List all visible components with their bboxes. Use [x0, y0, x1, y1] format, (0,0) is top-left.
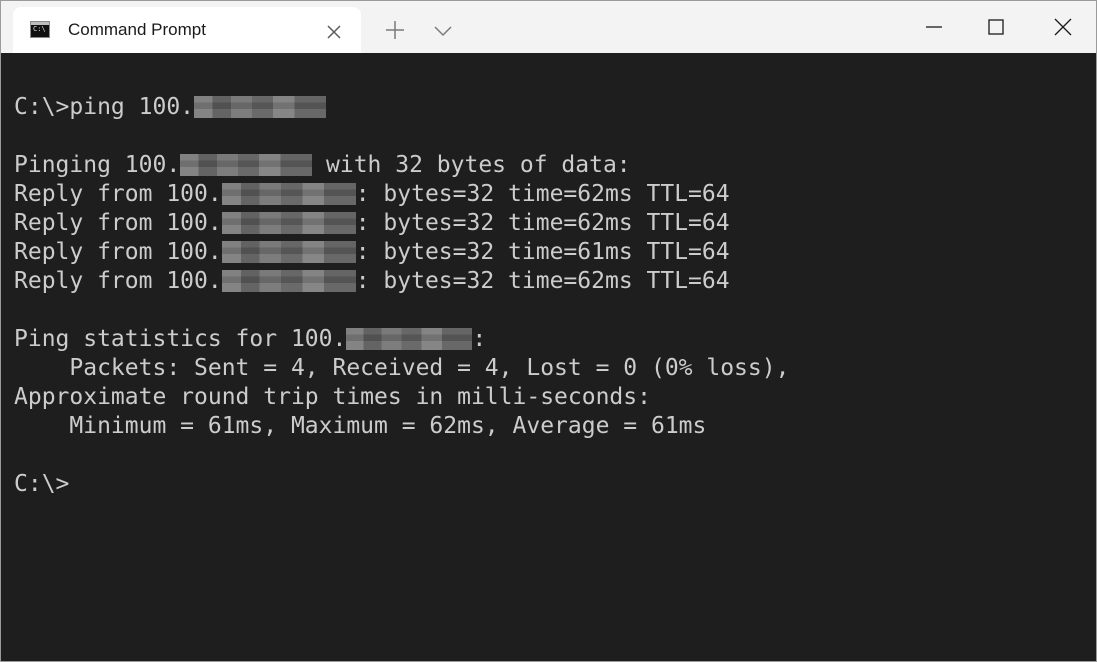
terminal-line-statistics: Ping statistics for 100.: — [14, 326, 487, 352]
terminal-line-approx: Approximate round trip times in milli-se… — [14, 384, 651, 410]
redacted-ip — [180, 154, 313, 176]
plus-icon — [386, 21, 404, 39]
terminal-line-command: C:\>ping 100. — [14, 93, 789, 122]
redacted-ip — [346, 328, 473, 350]
tab-title: Command Prompt — [68, 20, 206, 39]
close-window-button[interactable] — [1030, 1, 1096, 53]
maximize-button[interactable] — [963, 1, 1029, 53]
redacted-ip — [221, 270, 356, 292]
terminal-line-packets: Packets: Sent = 4, Received = 4, Lost = … — [14, 355, 790, 381]
command-prompt-window: C:\ Command Prompt C:\>ping 100. Pinging… — [0, 0, 1097, 662]
tab-command-prompt[interactable]: C:\ Command Prompt — [13, 7, 361, 53]
chevron-down-icon — [434, 26, 452, 37]
terminal-line-reply: Reply from 100.: bytes=32 time=62ms TTL=… — [14, 268, 730, 294]
redacted-ip — [221, 212, 356, 234]
minimize-button[interactable] — [901, 1, 967, 53]
terminal-line-prompt: C:\> — [14, 471, 70, 497]
terminal-line-reply: Reply from 100.: bytes=32 time=62ms TTL=… — [14, 210, 730, 236]
redacted-ip — [194, 96, 327, 118]
redacted-ip — [221, 241, 356, 263]
command-prompt-icon: C:\ — [30, 21, 50, 38]
close-icon — [1054, 18, 1072, 36]
terminal-line-reply: Reply from 100.: bytes=32 time=62ms TTL=… — [14, 181, 730, 207]
terminal-line-pinging: Pinging 100. with 32 bytes of data: — [14, 152, 631, 178]
redacted-ip — [221, 183, 356, 205]
terminal-line-reply: Reply from 100.: bytes=32 time=61ms TTL=… — [14, 239, 730, 265]
maximize-icon — [988, 19, 1004, 35]
new-tab-button[interactable] — [384, 19, 406, 41]
title-bar[interactable]: C:\ Command Prompt — [1, 1, 1096, 53]
terminal-line-minmax: Minimum = 61ms, Maximum = 62ms, Average … — [14, 413, 707, 439]
close-tab-button[interactable] — [325, 23, 343, 41]
tab-dropdown-button[interactable] — [432, 23, 454, 37]
minimize-icon — [926, 26, 942, 28]
terminal-output[interactable]: C:\>ping 100. Pinging 100. with 32 bytes … — [1, 53, 1096, 661]
close-icon — [327, 25, 341, 39]
